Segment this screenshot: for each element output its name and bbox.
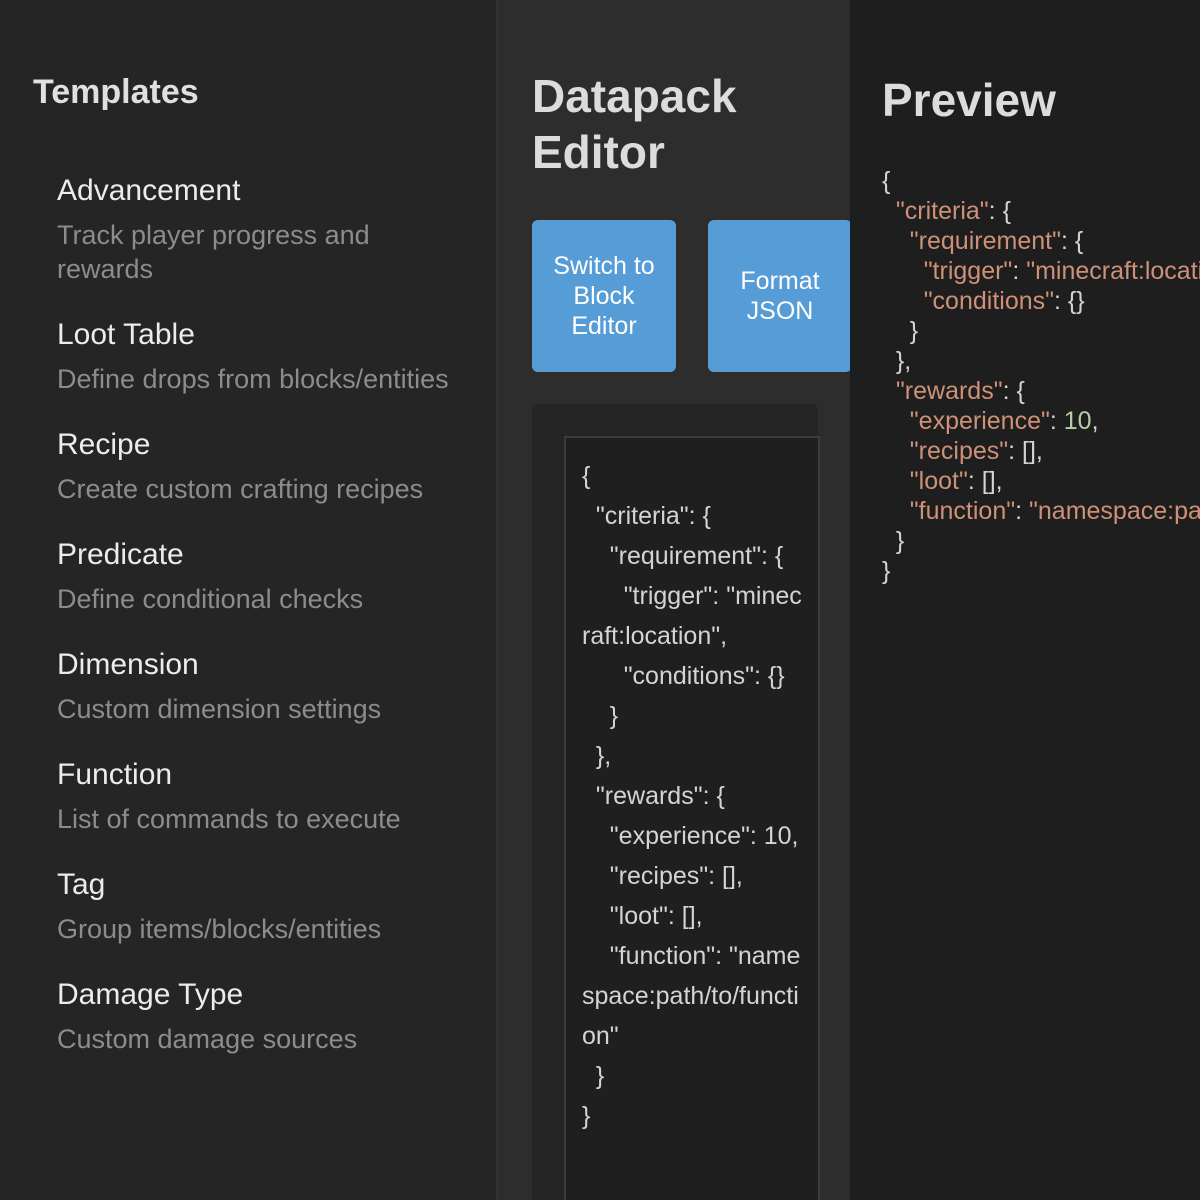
json-punctuation: },	[895, 347, 912, 375]
json-punctuation: : [],	[967, 467, 1003, 495]
editor-title: Datapack Editor	[532, 70, 737, 178]
json-key: "criteria"	[895, 197, 989, 225]
json-preview-line: "recipes": [],	[882, 436, 1200, 466]
template-description: Track player progress and rewards	[57, 220, 370, 284]
template-item-tag[interactable]: Tag Group items/blocks/entities	[57, 868, 467, 946]
template-description: Group items/blocks/entities	[57, 914, 382, 944]
json-preview-line: "experience": 10,	[882, 406, 1200, 436]
template-name: Damage Type	[57, 978, 244, 1011]
template-name: Predicate	[57, 538, 184, 571]
template-item-loot-table[interactable]: Loot Table Define drops from blocks/enti…	[57, 318, 467, 396]
template-name: Recipe	[57, 428, 151, 461]
code-editor-container: { "criteria": { "requirement": { "trigge…	[532, 404, 820, 1200]
json-punctuation: : {}	[1054, 287, 1085, 315]
template-item-function[interactable]: Function List of commands to execute	[57, 758, 467, 836]
json-punctuation: :	[1049, 407, 1064, 435]
template-list: Advancement Track player progress and re…	[33, 174, 496, 1056]
json-preview-line: },	[882, 346, 1200, 376]
json-punctuation: ,	[1091, 407, 1099, 435]
json-key: "loot"	[909, 467, 968, 495]
template-item-advancement[interactable]: Advancement Track player progress and re…	[57, 174, 467, 286]
json-preview-line: }	[882, 316, 1200, 346]
preview-panel: Preview { "criteria": { "requirement": {…	[850, 0, 1200, 1200]
template-description: List of commands to execute	[57, 804, 401, 834]
json-number-value: 10	[1063, 407, 1092, 435]
json-punctuation: : {	[1060, 227, 1084, 255]
json-string-value: "minecraft:location"	[1026, 257, 1200, 285]
json-preview-line: "trigger": "minecraft:location",	[882, 256, 1200, 286]
json-key: "trigger"	[923, 257, 1013, 285]
json-punctuation: }	[909, 317, 919, 345]
json-punctuation: {	[882, 167, 891, 195]
json-preview-line: "criteria": {	[882, 196, 1200, 226]
json-preview-line: {	[882, 166, 1200, 196]
templates-sidebar: Templates Advancement Track player progr…	[0, 0, 498, 1200]
json-preview-line: }	[882, 526, 1200, 556]
json-preview: { "criteria": { "requirement": { "trigge…	[882, 166, 1200, 586]
template-name: Loot Table	[57, 318, 195, 351]
json-key: "requirement"	[909, 227, 1061, 255]
template-item-damage-type[interactable]: Damage Type Custom damage sources	[57, 978, 467, 1056]
json-punctuation: :	[1015, 497, 1030, 525]
json-punctuation: }	[882, 557, 891, 585]
json-preview-line: "rewards": {	[882, 376, 1200, 406]
template-description: Define drops from blocks/entities	[57, 364, 449, 394]
json-key: "conditions"	[923, 287, 1055, 315]
switch-to-block-editor-button[interactable]: Switch to Block Editor	[532, 220, 676, 372]
template-name: Tag	[57, 868, 106, 901]
template-description: Custom damage sources	[57, 1024, 358, 1054]
template-description: Create custom crafting recipes	[57, 474, 424, 504]
template-item-predicate[interactable]: Predicate Define conditional checks	[57, 538, 467, 616]
json-key: "function"	[909, 497, 1016, 525]
json-code-editor[interactable]: { "criteria": { "requirement": { "trigge…	[564, 436, 820, 1200]
json-preview-line: }	[882, 556, 1200, 586]
json-preview-line: "requirement": {	[882, 226, 1200, 256]
template-name: Advancement	[57, 174, 241, 207]
sidebar-title: Templates	[33, 73, 199, 111]
template-description: Define conditional checks	[57, 584, 364, 614]
json-key: "experience"	[909, 407, 1050, 435]
json-preview-line: "function": "namespace:path/to/function"	[882, 496, 1200, 526]
editor-panel: Datapack Editor Switch to Block Editor F…	[498, 0, 850, 1200]
json-punctuation: :	[1012, 257, 1027, 285]
app-window: Templates Advancement Track player progr…	[0, 0, 1200, 1200]
json-preview-line: "loot": [],	[882, 466, 1200, 496]
json-punctuation: : {	[988, 197, 1011, 225]
template-description: Custom dimension settings	[57, 694, 382, 724]
editor-toolbar: Switch to Block Editor Format JSON	[532, 220, 850, 372]
json-punctuation: : {	[1002, 377, 1025, 405]
template-item-recipe[interactable]: Recipe Create custom crafting recipes	[57, 428, 467, 506]
template-name: Dimension	[57, 648, 199, 681]
json-preview-line: "conditions": {}	[882, 286, 1200, 316]
json-string-value: "namespace:path/to/function"	[1029, 497, 1200, 525]
json-key: "recipes"	[909, 437, 1009, 465]
json-punctuation: : [],	[1008, 437, 1043, 465]
format-json-button[interactable]: Format JSON	[708, 220, 850, 372]
template-name: Function	[57, 758, 173, 791]
template-item-dimension[interactable]: Dimension Custom dimension settings	[57, 648, 467, 726]
json-punctuation: }	[895, 527, 905, 555]
preview-title: Preview	[882, 74, 1056, 126]
json-key: "rewards"	[895, 377, 1003, 405]
